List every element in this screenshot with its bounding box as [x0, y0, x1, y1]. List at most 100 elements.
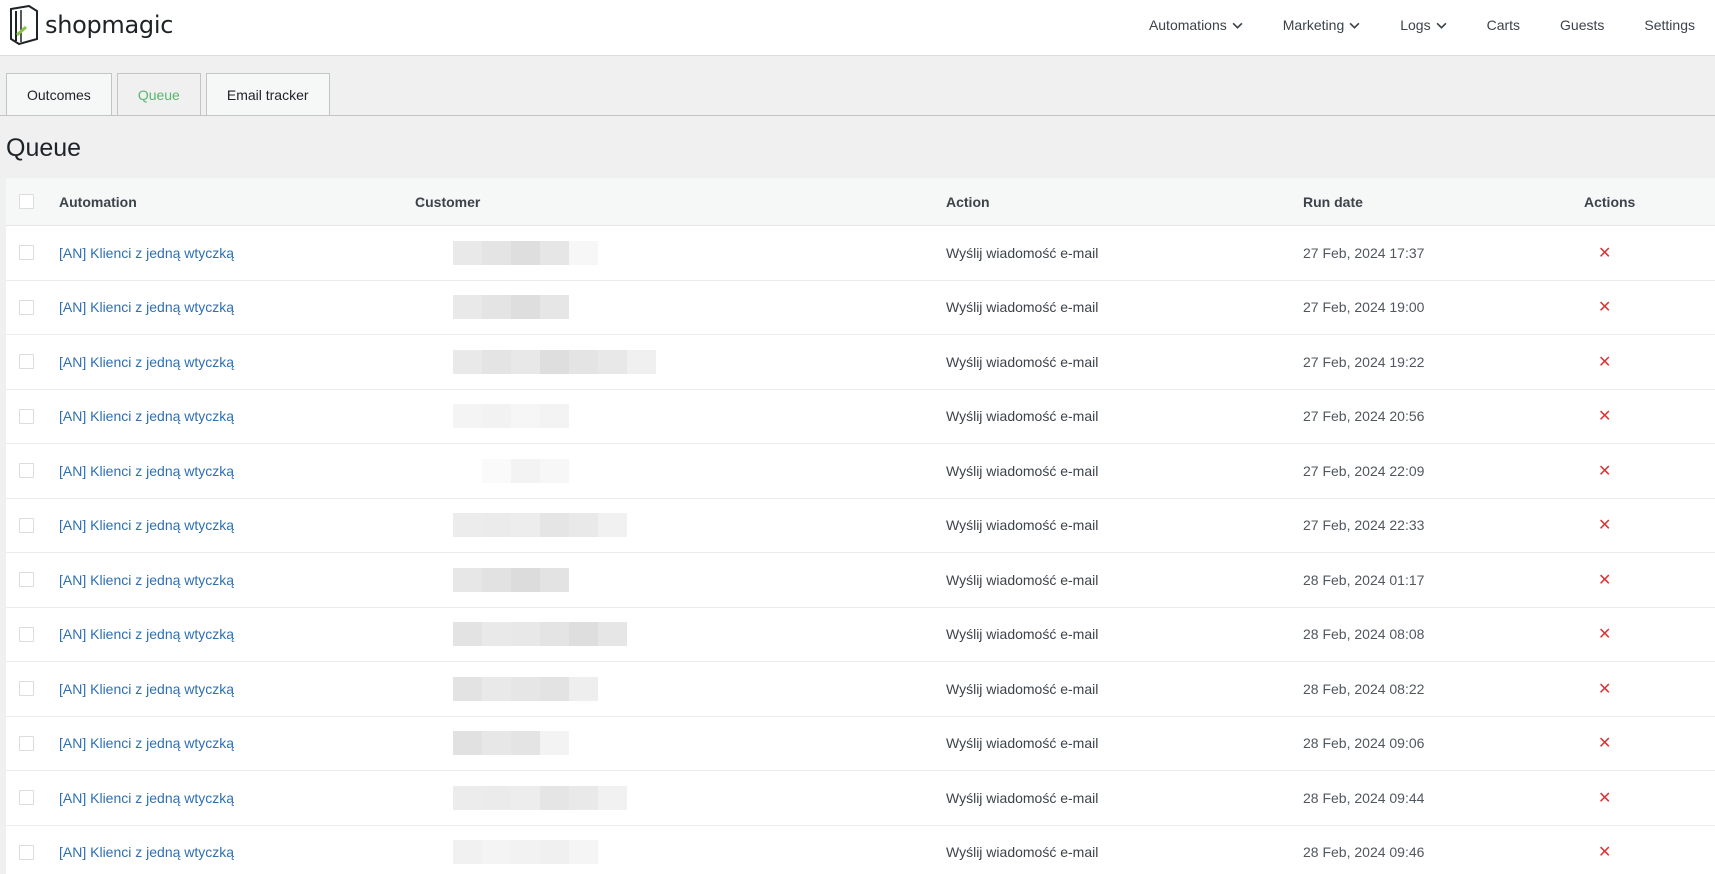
column-header-automation[interactable]: Automation: [59, 178, 137, 225]
nav-item-label: Carts: [1486, 17, 1521, 33]
nav-item-label: Guests: [1560, 17, 1605, 33]
customer-cell: [453, 662, 598, 716]
close-icon[interactable]: ✕: [1598, 352, 1611, 372]
close-icon[interactable]: ✕: [1598, 570, 1611, 590]
automation-link[interactable]: [AN] Klienci z jedną wtyczką: [59, 844, 234, 860]
automation-link[interactable]: [AN] Klienci z jedną wtyczką: [59, 572, 234, 588]
automation-link[interactable]: [AN] Klienci z jedną wtyczką: [59, 790, 234, 806]
row-checkbox-cell: [19, 662, 34, 716]
tab-email-tracker[interactable]: Email tracker: [205, 73, 330, 116]
automation-link[interactable]: [AN] Klienci z jedną wtyczką: [59, 245, 234, 261]
close-icon[interactable]: ✕: [1598, 243, 1611, 263]
automation-link[interactable]: [AN] Klienci z jedną wtyczką: [59, 681, 234, 697]
run-date-cell: 28 Feb, 2024 08:22: [1303, 662, 1424, 716]
customer-cell: [453, 499, 627, 553]
action-text: Wyślij wiadomość e-mail: [946, 680, 1099, 697]
run-date-text: 27 Feb, 2024 22:09: [1303, 462, 1425, 479]
row-checkbox[interactable]: [19, 245, 34, 261]
close-icon[interactable]: ✕: [1598, 297, 1611, 317]
nav-item-guests[interactable]: Guests: [1540, 17, 1624, 33]
row-checkbox[interactable]: [19, 517, 34, 533]
nav-item-automations[interactable]: Automations: [1129, 17, 1263, 33]
action-text: Wyślij wiadomość e-mail: [946, 844, 1099, 861]
customer-redacted: [453, 240, 598, 265]
run-date-cell: 27 Feb, 2024 19:00: [1303, 281, 1424, 335]
shopmagic-logo-icon: [10, 5, 38, 45]
close-icon[interactable]: ✕: [1598, 842, 1611, 862]
automation-cell: [AN] Klienci z jedną wtyczką: [59, 499, 234, 553]
automation-link[interactable]: [AN] Klienci z jedną wtyczką: [59, 408, 234, 424]
actions-cell: ✕: [1583, 717, 1611, 771]
tab-queue[interactable]: Queue: [116, 73, 201, 116]
automation-cell: [AN] Klienci z jedną wtyczką: [59, 335, 234, 389]
actions-cell: ✕: [1583, 608, 1611, 662]
row-checkbox[interactable]: [19, 626, 34, 642]
close-icon[interactable]: ✕: [1598, 624, 1611, 644]
run-date-text: 27 Feb, 2024 17:37: [1303, 244, 1425, 261]
row-checkbox[interactable]: [19, 844, 34, 860]
automation-link[interactable]: [AN] Klienci z jedną wtyczką: [59, 354, 234, 370]
action-cell: Wyślij wiadomość e-mail: [946, 662, 1098, 716]
customer-redacted: [453, 349, 656, 374]
table-row: [AN] Klienci z jedną wtyczką Wyślij wiado…: [6, 662, 1715, 717]
table-row: [AN] Klienci z jedną wtyczką Wyślij wiado…: [6, 717, 1715, 771]
tab-outcomes[interactable]: Outcomes: [6, 73, 112, 116]
tabs-divider: [0, 115, 1715, 116]
run-date-text: 27 Feb, 2024 19:22: [1303, 353, 1425, 370]
action-cell: Wyślij wiadomość e-mail: [946, 390, 1098, 444]
customer-cell: [453, 281, 569, 335]
customer-cell: [453, 771, 627, 825]
close-icon[interactable]: ✕: [1598, 788, 1611, 808]
run-date-cell: 27 Feb, 2024 22:09: [1303, 444, 1424, 498]
row-checkbox[interactable]: [19, 681, 34, 697]
table-row: [AN] Klienci z jedną wtyczką Wyślij wiado…: [6, 499, 1715, 553]
nav-item-logs[interactable]: Logs: [1380, 17, 1466, 33]
row-checkbox[interactable]: [19, 735, 34, 751]
automation-link[interactable]: [AN] Klienci z jedną wtyczką: [59, 463, 234, 479]
row-checkbox[interactable]: [19, 408, 34, 424]
actions-cell: ✕: [1583, 553, 1611, 607]
automation-link[interactable]: [AN] Klienci z jedną wtyczką: [59, 626, 234, 642]
select-all-checkbox[interactable]: [19, 194, 34, 209]
table-row: [AN] Klienci z jedną wtyczką Wyślij wiado…: [6, 390, 1715, 444]
run-date-text: 28 Feb, 2024 09:44: [1303, 789, 1425, 806]
action-text: Wyślij wiadomość e-mail: [946, 353, 1099, 370]
customer-cell: [453, 335, 656, 389]
automation-link[interactable]: [AN] Klienci z jedną wtyczką: [59, 517, 234, 533]
action-cell: Wyślij wiadomość e-mail: [946, 553, 1098, 607]
action-text: Wyślij wiadomość e-mail: [946, 571, 1099, 588]
action-cell: Wyślij wiadomość e-mail: [946, 717, 1098, 771]
row-checkbox[interactable]: [19, 572, 34, 588]
close-icon[interactable]: ✕: [1598, 406, 1611, 426]
row-checkbox[interactable]: [19, 299, 34, 315]
run-date-text: 27 Feb, 2024 19:00: [1303, 299, 1425, 316]
row-checkbox[interactable]: [19, 354, 34, 370]
queue-table: Automation ↓ Customer Action Run date Ac…: [6, 178, 1715, 874]
customer-redacted: [453, 840, 598, 865]
close-icon[interactable]: ✕: [1598, 515, 1611, 535]
close-icon[interactable]: ✕: [1598, 679, 1611, 699]
automation-link[interactable]: [AN] Klienci z jedną wtyczką: [59, 299, 234, 315]
row-checkbox[interactable]: [19, 463, 34, 479]
nav-item-carts[interactable]: Carts: [1467, 17, 1540, 33]
nav-item-marketing[interactable]: Marketing: [1263, 17, 1380, 33]
action-cell: Wyślij wiadomość e-mail: [946, 608, 1098, 662]
nav-item-settings[interactable]: Settings: [1624, 17, 1715, 33]
automation-cell: [AN] Klienci z jedną wtyczką: [59, 226, 234, 280]
brand-logo[interactable]: shopmagic: [7, 5, 173, 45]
run-date-text: 28 Feb, 2024 09:06: [1303, 735, 1425, 752]
row-checkbox-cell: [19, 335, 34, 389]
nav-item-label: Settings: [1644, 17, 1695, 33]
row-checkbox[interactable]: [19, 790, 34, 806]
customer-redacted: [453, 404, 569, 429]
automation-cell: [AN] Klienci z jedną wtyczką: [59, 826, 234, 874]
top-bar: shopmagic Automations Marketing Logs Carts G…: [0, 0, 1715, 56]
action-cell: Wyślij wiadomość e-mail: [946, 281, 1098, 335]
close-icon[interactable]: ✕: [1598, 461, 1611, 481]
automation-link[interactable]: [AN] Klienci z jedną wtyczką: [59, 735, 234, 751]
row-checkbox-cell: [19, 608, 34, 662]
column-header-actions: Actions: [1584, 193, 1636, 210]
close-icon[interactable]: ✕: [1598, 733, 1611, 753]
row-checkbox-cell: [19, 826, 34, 874]
customer-cell: [453, 390, 569, 444]
